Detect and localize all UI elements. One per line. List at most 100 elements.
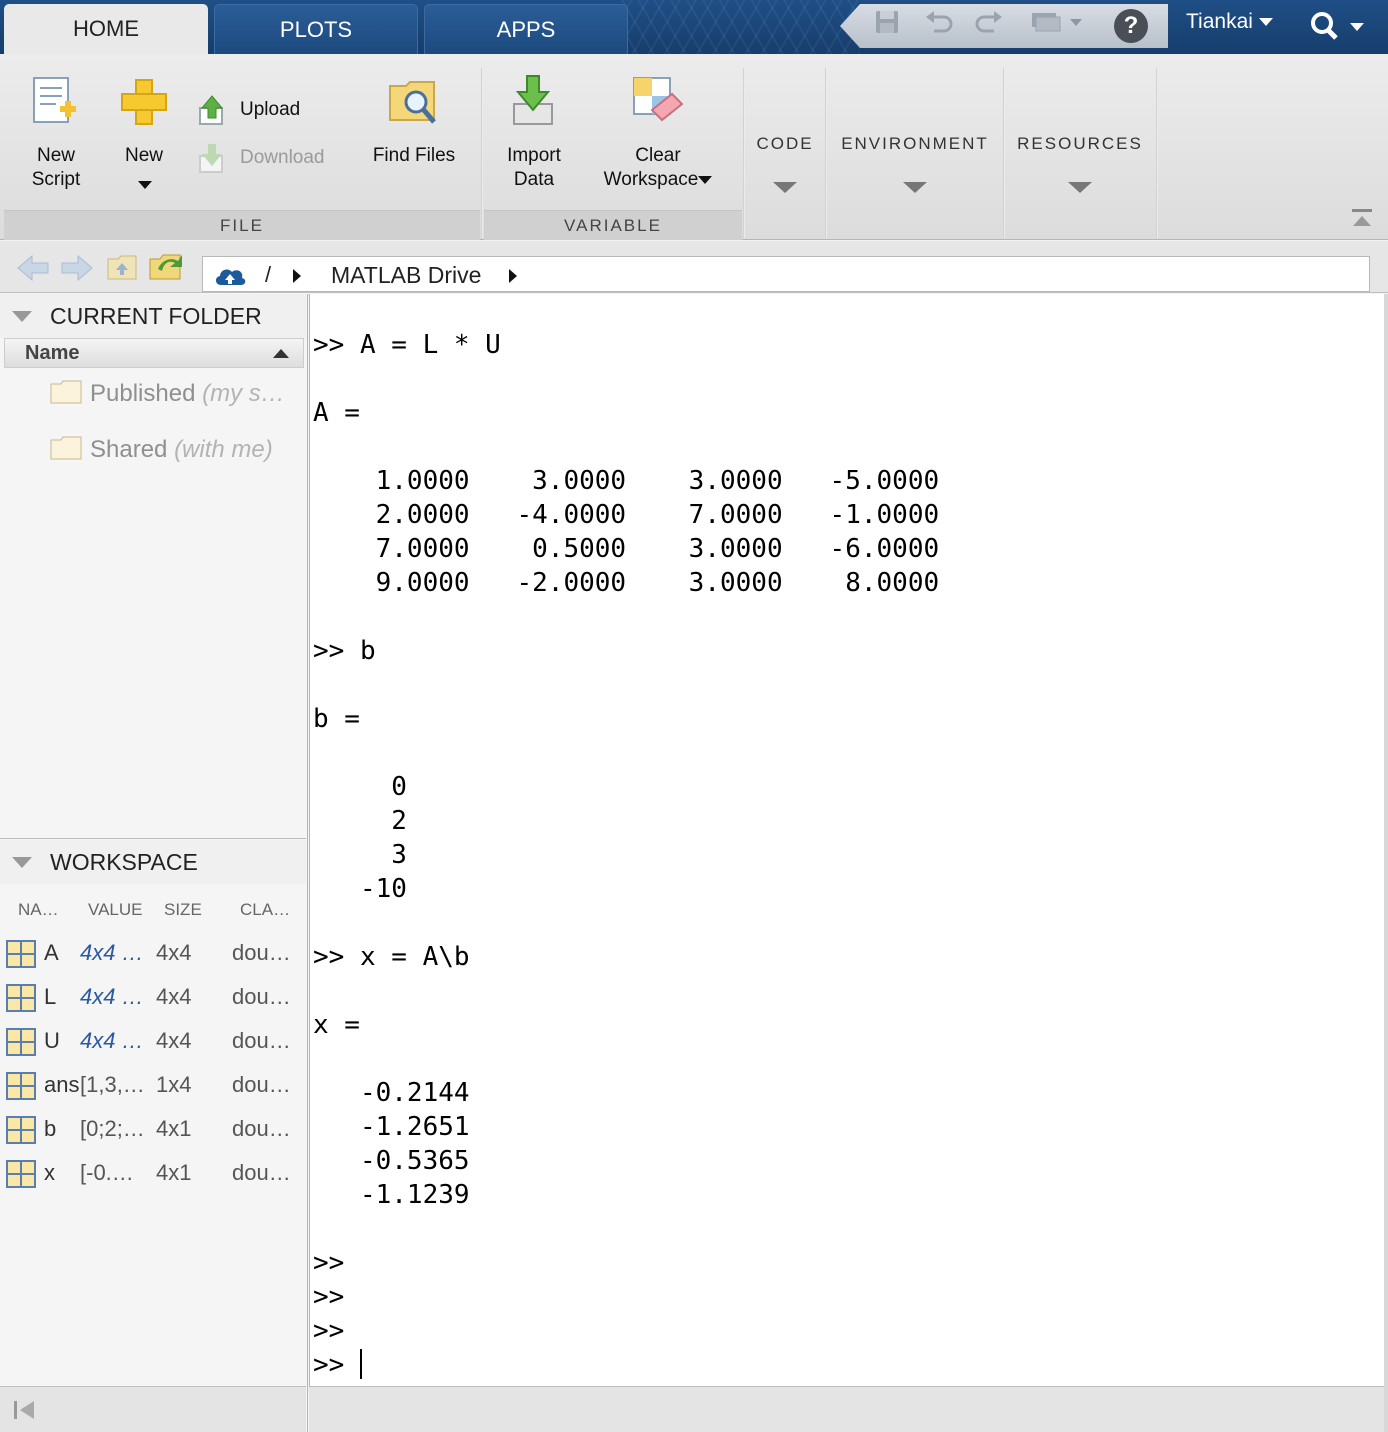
workspace-row[interactable]: A 4x4 … 4x4 dou… <box>4 932 304 976</box>
workspace-row[interactable]: x [-0.… 4x1 dou… <box>4 1152 304 1196</box>
folder-item[interactable]: Published (my s… <box>50 380 285 408</box>
user-menu[interactable]: Tiankai <box>1186 10 1273 34</box>
resources-group-button[interactable]: RESOURCES <box>1006 54 1154 240</box>
variable-value: [1,3,… <box>80 1072 145 1097</box>
workspace-row[interactable]: U 4x4 … 4x4 dou… <box>4 1020 304 1064</box>
toolstrip-tab-bar: HOME PLOTS APPS ? Tiankai <box>0 0 1388 54</box>
new-label: New <box>124 145 163 166</box>
workspace-column-headers: NA… VALUE SIZE CLA… <box>4 890 304 930</box>
variable-class: dou… <box>232 1028 291 1053</box>
current-folder-header[interactable]: CURRENT FOLDER <box>0 294 306 338</box>
variable-name: x <box>44 1160 55 1185</box>
variable-value: 4x4 … <box>80 940 144 965</box>
left-status-bar <box>0 1386 306 1432</box>
command-line: >> A = L * U <box>313 330 501 360</box>
collapse-left-icon[interactable] <box>12 1399 36 1426</box>
collapse-ribbon-icon[interactable] <box>1350 206 1374 235</box>
variable-size: 1x4 <box>156 1072 192 1097</box>
back-icon[interactable] <box>16 253 52 288</box>
command-line: >> x = A\b <box>313 942 470 972</box>
ribbon-separator <box>825 68 827 238</box>
chevron-right-icon[interactable] <box>293 269 301 283</box>
workspace-row[interactable]: L 4x4 … 4x4 dou… <box>4 976 304 1020</box>
path-root[interactable]: / <box>265 262 271 288</box>
workspace-header[interactable]: WORKSPACE <box>0 840 306 884</box>
search-icon[interactable] <box>1308 10 1368 49</box>
variable-size: 4x4 <box>156 940 192 965</box>
col-value[interactable]: VALUE <box>88 900 143 920</box>
variable-size: 4x4 <box>156 984 192 1009</box>
home-ribbon: New Script New Upload Download Find File… <box>0 54 1388 240</box>
new-button[interactable]: New <box>110 72 178 198</box>
command-window[interactable]: >> A = L * U A = 1.0000 3.0000 3.0000 -5… <box>309 294 1385 1386</box>
panel-divider[interactable] <box>0 838 306 839</box>
browse-folder-icon[interactable] <box>148 249 184 286</box>
variable-size: 4x4 <box>156 1028 192 1053</box>
command-line: 3 <box>313 840 407 870</box>
variable-size: 4x1 <box>156 1116 192 1141</box>
matrix-variable-icon <box>6 1116 36 1144</box>
user-name-label: Tiankai <box>1186 10 1253 33</box>
up-folder-icon[interactable] <box>106 253 138 286</box>
chevron-down-icon <box>698 175 713 184</box>
collapse-triangle-icon[interactable] <box>12 857 32 868</box>
collapse-triangle-icon[interactable] <box>12 311 32 322</box>
import-data-button[interactable]: Import Data <box>494 72 574 198</box>
workspace-row[interactable]: ans [1,3,… 1x4 dou… <box>4 1064 304 1108</box>
chevron-right-icon[interactable] <box>509 269 517 283</box>
find-files-button[interactable]: Find Files <box>360 72 468 198</box>
save-icon[interactable] <box>872 8 902 36</box>
environment-group-button[interactable]: ENVIRONMENT <box>828 54 1002 240</box>
address-field[interactable]: / MATLAB Drive <box>202 256 1370 292</box>
workspace-title: WORKSPACE <box>50 849 198 875</box>
code-group-button[interactable]: CODE <box>746 54 824 240</box>
command-line: 7.0000 0.5000 3.0000 -6.0000 <box>313 534 940 564</box>
cloud-drive-icon <box>213 265 247 292</box>
command-line: 2.0000 -4.0000 7.0000 -1.0000 <box>313 500 940 530</box>
command-line: x = <box>313 1010 360 1040</box>
download-icon <box>199 144 223 173</box>
clear-workspace-icon <box>633 77 684 122</box>
variable-class: dou… <box>232 1072 291 1097</box>
forward-icon[interactable] <box>58 253 94 288</box>
workspace-label-with-caret: Workspace <box>590 168 726 192</box>
variable-class: dou… <box>232 1160 291 1185</box>
workspace-row[interactable]: b [0;2;… 4x1 dou… <box>4 1108 304 1152</box>
tab-home[interactable]: HOME <box>4 4 208 54</box>
variable-value: 4x4 … <box>80 984 144 1009</box>
variable-name: A <box>44 940 59 965</box>
help-icon[interactable]: ? <box>1114 9 1148 43</box>
new-script-button[interactable]: New Script <box>20 72 92 198</box>
path-matlab-drive[interactable]: MATLAB Drive <box>331 262 481 289</box>
matrix-variable-icon <box>6 1072 36 1100</box>
tab-apps[interactable]: APPS <box>424 4 628 54</box>
command-prompt[interactable]: >> <box>313 1350 360 1380</box>
col-name[interactable]: NA… <box>18 900 59 920</box>
command-line: 2 <box>313 806 407 836</box>
tab-plots[interactable]: PLOTS <box>214 4 418 54</box>
chevron-down-icon <box>903 182 927 193</box>
resources-group-title: RESOURCES <box>1017 134 1143 153</box>
workspace-label: Workspace <box>603 169 699 190</box>
ribbon-separator <box>1003 68 1005 238</box>
clear-workspace-button[interactable]: Clear Workspace <box>590 72 726 198</box>
switch-windows-icon[interactable] <box>1028 8 1088 36</box>
upload-label: Upload <box>240 99 301 120</box>
redo-icon[interactable] <box>974 8 1004 36</box>
download-label: Download <box>240 147 325 168</box>
folder-item[interactable]: Shared (with me) <box>50 436 273 464</box>
command-line: 1.0000 3.0000 3.0000 -5.0000 <box>313 466 940 496</box>
command-line: -1.1239 <box>313 1180 470 1210</box>
download-button[interactable]: Download <box>196 142 346 176</box>
variable-name: U <box>44 1028 60 1053</box>
upload-button[interactable]: Upload <box>196 94 346 128</box>
name-column-label: Name <box>25 342 80 364</box>
name-column-header[interactable]: Name <box>4 338 304 368</box>
command-line: >> <box>313 1282 345 1312</box>
col-size[interactable]: SIZE <box>164 900 202 920</box>
undo-icon[interactable] <box>924 8 954 36</box>
col-class[interactable]: CLA… <box>240 900 290 920</box>
variable-name: b <box>44 1116 57 1141</box>
ribbon-separator <box>481 68 483 238</box>
folder-suffix: (with me) <box>174 436 273 463</box>
